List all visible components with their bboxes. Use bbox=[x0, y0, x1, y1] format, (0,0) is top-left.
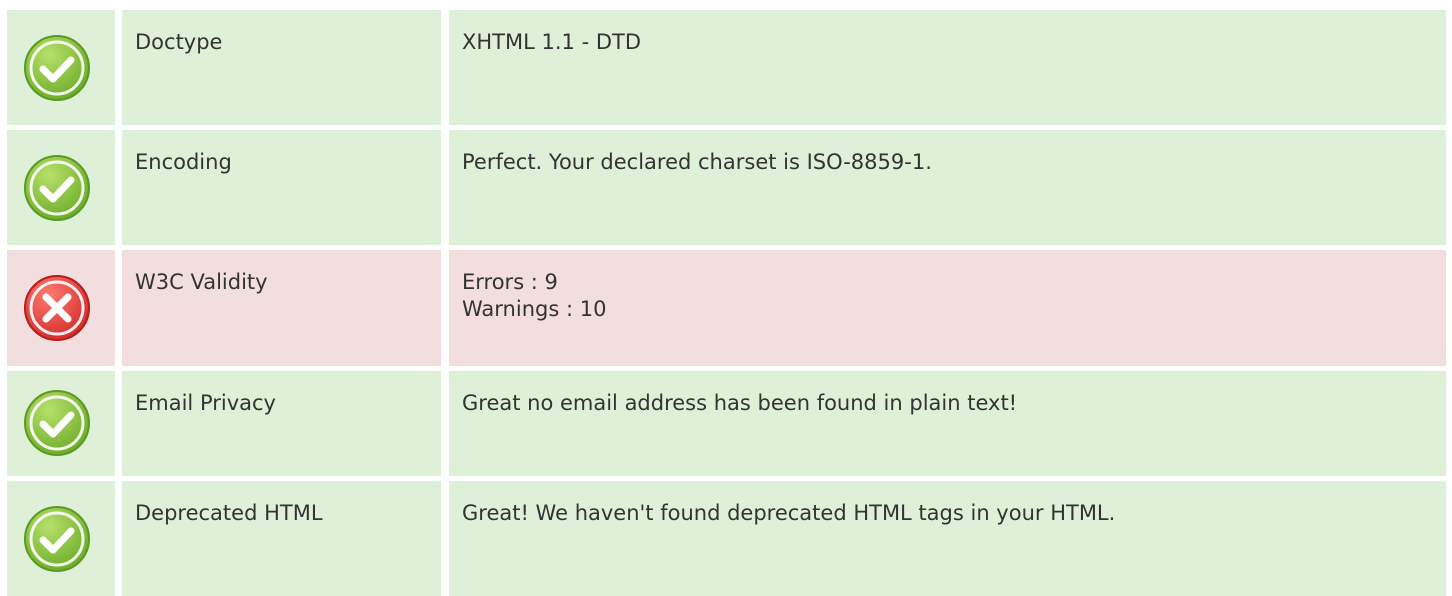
status-cell bbox=[7, 250, 115, 366]
value-cell: Great no email address has been found in… bbox=[449, 371, 1446, 476]
errors-count: Errors : 9 bbox=[462, 270, 558, 294]
row-label: Deprecated HTML bbox=[135, 501, 323, 525]
value-cell: Perfect. Your declared charset is ISO-88… bbox=[449, 130, 1446, 245]
check-circle-icon bbox=[23, 34, 91, 102]
result-row-encoding: Encoding Perfect. Your declared charset … bbox=[0, 130, 1452, 245]
label-cell: Email Privacy bbox=[122, 371, 441, 476]
label-cell: Doctype bbox=[122, 10, 441, 125]
row-label: W3C Validity bbox=[135, 270, 268, 294]
status-cell bbox=[7, 10, 115, 125]
warnings-count: Warnings : 10 bbox=[462, 297, 607, 321]
result-row-w3c-validity: W3C Validity Errors : 9 Warnings : 10 bbox=[0, 250, 1452, 366]
row-value: Perfect. Your declared charset is ISO-88… bbox=[462, 150, 932, 174]
row-value: Great! We haven't found deprecated HTML … bbox=[462, 501, 1116, 525]
result-row-email-privacy: Email Privacy Great no email address has… bbox=[0, 371, 1452, 476]
label-cell: Encoding bbox=[122, 130, 441, 245]
result-row-doctype: Doctype XHTML 1.1 - DTD bbox=[0, 10, 1452, 125]
value-cell: Great! We haven't found deprecated HTML … bbox=[449, 481, 1446, 596]
check-circle-icon bbox=[23, 389, 91, 457]
x-circle-icon bbox=[23, 274, 91, 342]
value-cell: Errors : 9 Warnings : 10 bbox=[449, 250, 1446, 366]
check-circle-icon bbox=[23, 505, 91, 573]
status-cell bbox=[7, 130, 115, 245]
row-label: Email Privacy bbox=[135, 391, 276, 415]
row-label: Doctype bbox=[135, 30, 223, 54]
label-cell: Deprecated HTML bbox=[122, 481, 441, 596]
seo-results-table: Doctype XHTML 1.1 - DTD Encoding Perfect… bbox=[0, 0, 1452, 596]
row-label: Encoding bbox=[135, 150, 232, 174]
row-value: XHTML 1.1 - DTD bbox=[462, 30, 641, 54]
row-value: Great no email address has been found in… bbox=[462, 391, 1018, 415]
status-cell bbox=[7, 371, 115, 476]
check-circle-icon bbox=[23, 154, 91, 222]
status-cell bbox=[7, 481, 115, 596]
value-cell: XHTML 1.1 - DTD bbox=[449, 10, 1446, 125]
result-row-deprecated-html: Deprecated HTML Great! We haven't found … bbox=[0, 481, 1452, 596]
label-cell: W3C Validity bbox=[122, 250, 441, 366]
